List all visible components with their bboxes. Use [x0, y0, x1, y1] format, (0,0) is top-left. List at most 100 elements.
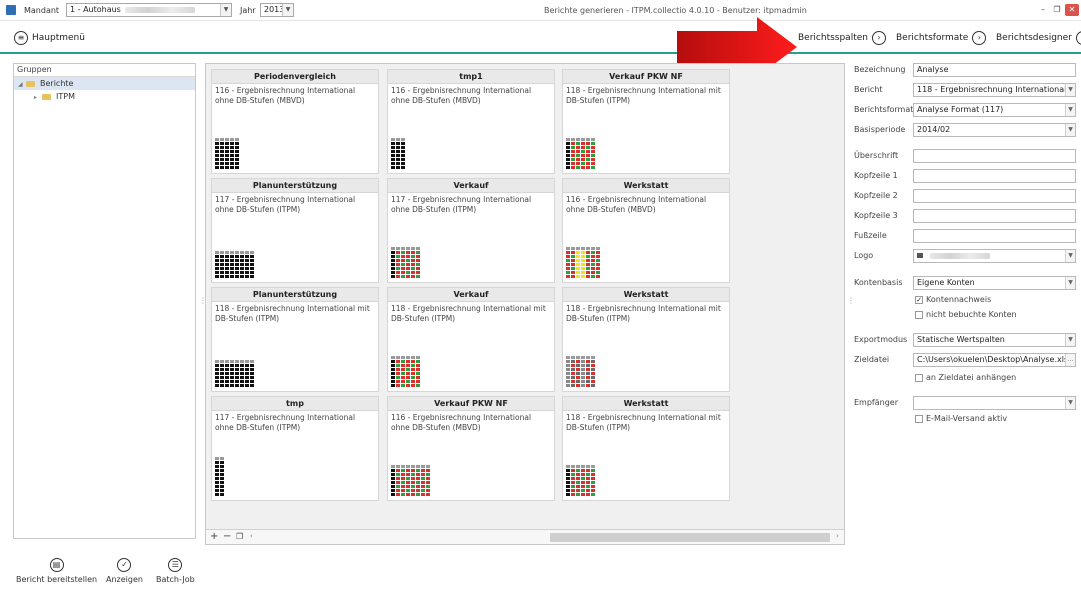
berichtsformate-button[interactable]: Berichtsformate ›: [896, 31, 987, 45]
berichtsspalten-button[interactable]: Berichtsspalten ›: [798, 31, 886, 45]
report-thumbnail-icon: [391, 138, 405, 169]
kopfzeile1-input[interactable]: [913, 169, 1076, 183]
hauptmenu-button[interactable]: ≡ Hauptmenü: [14, 31, 85, 45]
empfaenger-select[interactable]: ▼: [913, 396, 1076, 410]
minimize-button[interactable]: –: [1036, 4, 1050, 16]
report-card[interactable]: Verkauf 117 - Ergebnisrechnung Internatio…: [387, 178, 555, 283]
tree-item-berichte[interactable]: ◢ Berichte: [14, 77, 195, 90]
browse-icon[interactable]: …: [1065, 354, 1075, 366]
mandant-select[interactable]: 1 - Autohaus ▼: [66, 3, 232, 17]
toolbar: ≡ Hauptmenü Berichtsspalten › Berichtsform…: [0, 22, 1081, 54]
bezeichnung-row: Bezeichnung Analyse: [854, 63, 1078, 77]
kopfzeile2-input[interactable]: [913, 189, 1076, 203]
empfaenger-label: Empfänger: [854, 398, 899, 407]
chevron-down-icon[interactable]: ▼: [1065, 104, 1075, 116]
bericht-select[interactable]: 118 - Ergebnisrechnung International ...…: [913, 83, 1076, 97]
batch-job-button[interactable]: ☰ Batch-Job: [156, 558, 195, 584]
empfaenger-row: Empfänger ▼: [854, 396, 1078, 410]
kontenbasis-select[interactable]: Eigene Konten ▼: [913, 276, 1076, 290]
checkbox-icon[interactable]: [915, 310, 923, 319]
report-card-description: 117 - Ergebnisrechnung International ohn…: [215, 413, 356, 432]
tree-item-itpm[interactable]: ▸ ITPM: [14, 90, 195, 103]
berichtsformat-value: Analyse Format (117): [917, 105, 1004, 114]
report-card[interactable]: Werkstatt 118 - Ergebnisrechnung Internat…: [562, 287, 730, 392]
report-card[interactable]: Planunterstützung 117 - Ergebnisrechnung …: [211, 178, 379, 283]
basisperiode-select[interactable]: 2014/02 ▼: [913, 123, 1076, 137]
report-card-title: Planunterstützung: [212, 179, 378, 193]
bezeichnung-input[interactable]: Analyse: [913, 63, 1076, 77]
ueberschrift-row: Überschrift: [854, 149, 1078, 163]
report-card[interactable]: Periodenvergleich 116 - Ergebnisrechnung …: [211, 69, 379, 174]
chevron-down-icon[interactable]: ▼: [1065, 250, 1075, 262]
logo-label: Logo: [854, 251, 874, 260]
report-thumbnail-icon: [215, 360, 254, 387]
report-card[interactable]: Planunterstützung 118 - Ergebnisrechnung …: [211, 287, 379, 392]
kopfzeile3-row: Kopfzeile 3: [854, 209, 1078, 223]
bericht-bereitstellen-label: Bericht bereitstellen: [16, 575, 98, 584]
chevron-down-icon[interactable]: ▼: [1065, 334, 1075, 346]
logo-select[interactable]: ▼: [913, 249, 1076, 263]
report-card-description: 118 - Ergebnisrechnung International mit…: [566, 86, 721, 105]
anzeigen-button[interactable]: ✓ Anzeigen: [106, 558, 143, 584]
chevron-down-icon[interactable]: ▼: [1065, 397, 1075, 409]
anhaengen-checkbox[interactable]: an Zieldatei anhängen: [915, 373, 1016, 382]
report-card[interactable]: Verkauf PKW NF 118 - Ergebnisrechnung Int…: [562, 69, 730, 174]
tree-item-label: Berichte: [40, 79, 74, 88]
scroll-right-icon[interactable]: ›: [836, 532, 839, 540]
maximize-button[interactable]: ❐: [1050, 4, 1064, 16]
exportmodus-select[interactable]: Statische Wertspalten ▼: [913, 333, 1076, 347]
check-icon: ✓: [117, 558, 132, 572]
exportmodus-label: Exportmodus: [854, 335, 908, 344]
chevron-down-icon[interactable]: ▼: [282, 4, 293, 16]
report-card-description: 118 - Ergebnisrechnung International mit…: [215, 304, 370, 323]
report-card-title: Verkauf: [388, 288, 554, 302]
fusszeile-input[interactable]: [913, 229, 1076, 243]
report-card[interactable]: Verkauf PKW NF 116 - Ergebnisrechnung Int…: [387, 396, 555, 501]
checkbox-icon[interactable]: [915, 414, 923, 423]
berichtsformat-select[interactable]: Analyse Format (117) ▼: [913, 103, 1076, 117]
expand-icon[interactable]: ▸: [34, 91, 42, 104]
kontennachweis-checkbox[interactable]: ✓ Kontennachweis: [915, 295, 991, 304]
splitter-handle[interactable]: ⋮: [847, 296, 855, 305]
remove-icon[interactable]: −: [223, 531, 231, 543]
report-card-title: tmp: [212, 397, 378, 411]
report-thumbnail-icon: [391, 465, 430, 496]
report-card-description: 118 - Ergebnisrechnung International mit…: [391, 304, 546, 323]
report-card[interactable]: Werkstatt 118 - Ergebnisrechnung Internat…: [562, 396, 730, 501]
report-card[interactable]: tmp 117 - Ergebnisrechnung International …: [211, 396, 379, 501]
checkbox-checked-icon[interactable]: ✓: [915, 295, 923, 304]
report-card[interactable]: Verkauf 118 - Ergebnisrechnung Internatio…: [387, 287, 555, 392]
report-thumbnail-icon: [566, 465, 595, 496]
report-card-title: Werkstatt: [563, 179, 729, 193]
chevron-down-icon[interactable]: ▼: [1065, 84, 1075, 96]
kopfzeile3-input[interactable]: [913, 209, 1076, 223]
zieldatei-value: C:\Users\okuelen\Desktop\Analyse.xlsx: [917, 355, 1073, 364]
add-icon[interactable]: +: [210, 531, 218, 543]
ueberschrift-input[interactable]: [913, 149, 1076, 163]
report-card-title: Werkstatt: [563, 397, 729, 411]
bericht-value: 118 - Ergebnisrechnung International ...: [917, 85, 1076, 94]
scroll-left-icon[interactable]: ‹: [250, 532, 253, 540]
close-button[interactable]: ✕: [1065, 4, 1079, 16]
email-versand-checkbox[interactable]: E-Mail-Versand aktiv: [915, 414, 1007, 423]
chevron-down-icon[interactable]: ▼: [220, 4, 231, 16]
checkbox-icon[interactable]: [915, 373, 923, 382]
nicht-bebuchte-checkbox[interactable]: nicht bebuchte Konten: [915, 310, 1017, 319]
chevron-down-icon[interactable]: ▼: [1065, 277, 1075, 289]
bericht-bereitstellen-button[interactable]: ▤ Bericht bereitstellen: [16, 558, 97, 584]
report-card-title: Verkauf PKW NF: [563, 70, 729, 84]
jahr-select[interactable]: 2013 ▼: [260, 3, 294, 17]
report-card[interactable]: Werkstatt 116 - Ergebnisrechnung Internat…: [562, 178, 730, 283]
report-grid: Periodenvergleich 116 - Ergebnisrechnung …: [205, 63, 845, 545]
report-thumbnail-icon: [215, 457, 224, 496]
zieldatei-input[interactable]: C:\Users\okuelen\Desktop\Analyse.xlsx…: [913, 353, 1076, 367]
berichtsdesigner-button[interactable]: Berichtsdesigner›: [996, 31, 1081, 45]
report-card[interactable]: tmp1 116 - Ergebnisrechnung International…: [387, 69, 555, 174]
horizontal-scrollbar[interactable]: [550, 533, 830, 542]
groups-panel: Gruppen ◢ Berichte ▸ ITPM: [13, 63, 196, 539]
copy-icon[interactable]: ❐: [236, 531, 243, 543]
batch-job-label: Batch-Job: [156, 575, 195, 584]
nicht-bebuchte-label: nicht bebuchte Konten: [926, 310, 1017, 319]
email-versand-label: E-Mail-Versand aktiv: [926, 414, 1008, 423]
chevron-down-icon[interactable]: ▼: [1065, 124, 1075, 136]
